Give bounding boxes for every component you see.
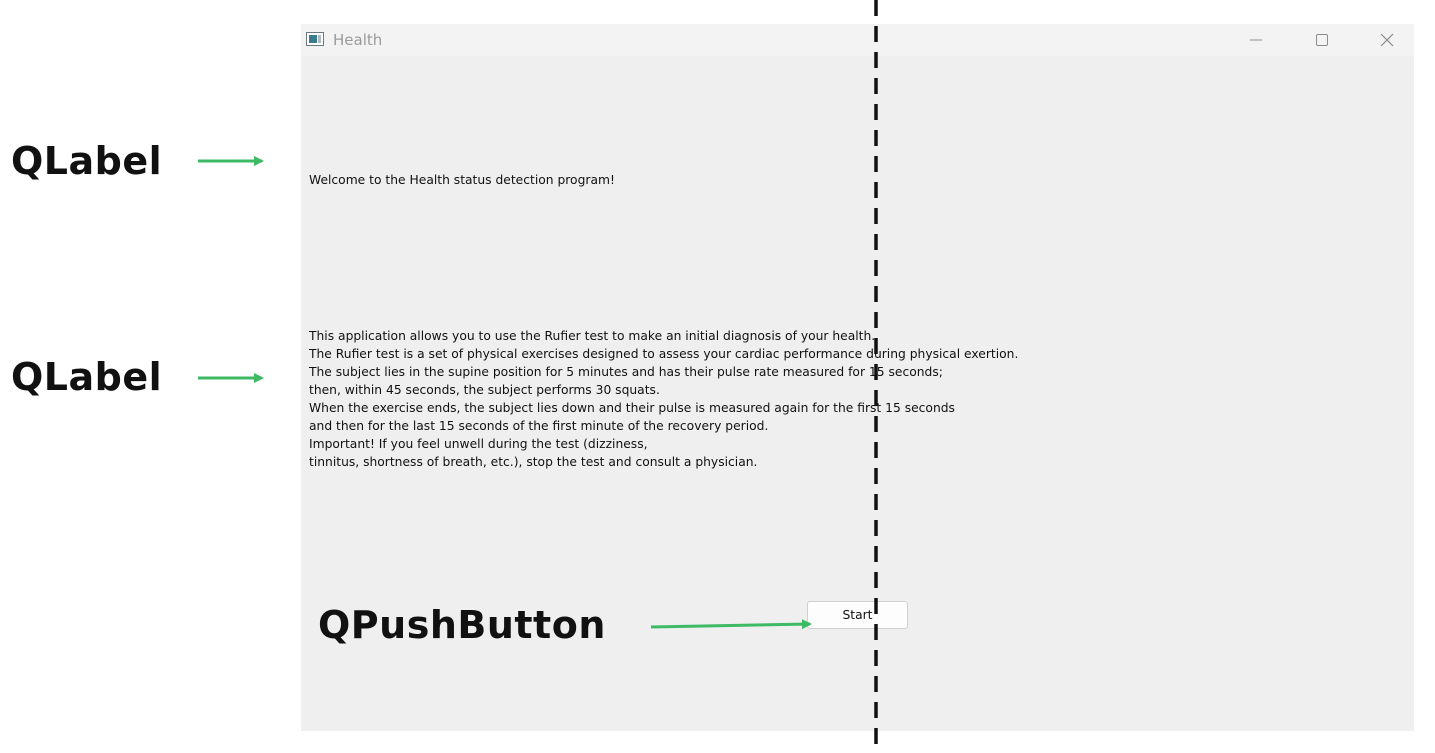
minimize-button[interactable]	[1233, 24, 1279, 56]
start-button[interactable]: Start	[807, 601, 908, 629]
instructions-line: then, within 45 seconds, the subject per…	[309, 383, 660, 397]
instructions-label: This application allows you to use the R…	[309, 327, 1018, 471]
instructions-line: Important! If you feel unwell during the…	[309, 437, 648, 451]
instructions-line: tinnitus, shortness of breath, etc.), st…	[309, 455, 758, 469]
minimize-icon	[1250, 39, 1262, 41]
maximize-button[interactable]	[1299, 24, 1345, 56]
instructions-line: and then for the last 15 seconds of the …	[309, 419, 769, 433]
instructions-line: The subject lies in the supine position …	[309, 365, 943, 379]
maximize-icon	[1316, 34, 1328, 46]
annotation-qlabel-welcome: QLabel	[11, 139, 163, 183]
close-button[interactable]	[1364, 24, 1410, 56]
title-bar[interactable]: Health	[301, 24, 1414, 56]
welcome-label: Welcome to the Health status detection p…	[309, 173, 615, 187]
app-window-icon	[306, 32, 324, 46]
annotation-qlabel-instructions: QLabel	[11, 355, 163, 399]
instructions-line: The Rufier test is a set of physical exe…	[309, 347, 1019, 361]
annotation-qpushbutton: QPushButton	[318, 603, 606, 647]
instructions-line: This application allows you to use the R…	[309, 329, 876, 343]
instructions-line: When the exercise ends, the subject lies…	[309, 401, 955, 415]
window-title: Health	[333, 31, 383, 49]
close-icon	[1380, 33, 1394, 47]
screenshot-canvas: Health Welcome to the Health status dete…	[0, 0, 1435, 753]
